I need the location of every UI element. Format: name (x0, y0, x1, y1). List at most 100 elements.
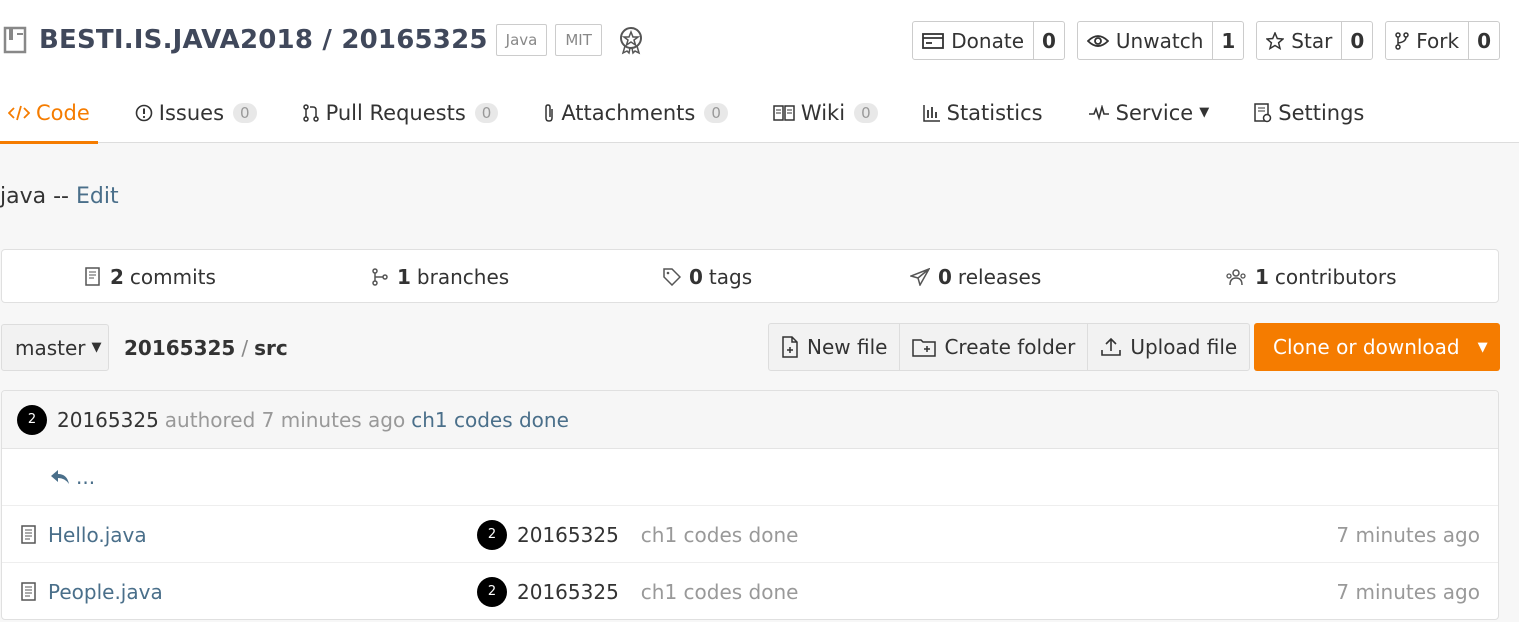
branches-stat[interactable]: 1 branches (371, 250, 509, 304)
donate-button[interactable]: Donate 0 (912, 21, 1065, 60)
repo-title: BESTI.IS.JAVA2018 / 20165325 Java MIT (3, 24, 646, 56)
tab-wiki[interactable]: Wiki 0 (765, 82, 886, 143)
tab-issues-label: Issues (158, 100, 225, 125)
fork-label: Fork (1416, 28, 1460, 53)
fork-count[interactable]: 0 (1469, 22, 1499, 59)
donate-count[interactable]: 0 (1034, 22, 1064, 59)
issues-count-badge: 0 (233, 102, 257, 123)
branch-icon (372, 268, 388, 286)
file-actions: New file Create folder Upload file (768, 323, 1251, 371)
repo-actions: Donate 0 Unwatch 1 Star 0 Fork 0 (912, 21, 1500, 60)
create-folder-button[interactable]: Create folder (900, 324, 1089, 370)
branches-label: branches (416, 265, 510, 289)
clone-download-button[interactable]: Clone or download ▼ (1254, 323, 1500, 371)
breadcrumb-root[interactable]: 20165325 (124, 336, 235, 360)
file-name: People.java (48, 579, 163, 604)
tab-statistics-label: Statistics (946, 100, 1043, 125)
parent-directory-row[interactable]: ... (2, 449, 1498, 506)
create-folder-label: Create folder (944, 335, 1076, 359)
repo-header: BESTI.IS.JAVA2018 / 20165325 Java MIT Do… (0, 0, 1519, 144)
unwatch-count[interactable]: 1 (1213, 22, 1243, 59)
bar-chart-icon (922, 104, 940, 122)
repo-stats-bar: 2 commits 1 branches 0 tags 0 releases 1 cont… (1, 249, 1499, 303)
tab-statistics[interactable]: Statistics (915, 82, 1051, 143)
tab-service[interactable]: Service ▼ (1080, 82, 1218, 143)
commits-count: 2 (110, 265, 124, 289)
file-commit-author[interactable]: 20165325 (517, 523, 619, 547)
tab-wiki-label: Wiki (800, 100, 846, 125)
avatar[interactable]: 2 (477, 519, 507, 550)
upload-icon (1101, 337, 1122, 356)
upload-file-button[interactable]: Upload file (1088, 324, 1249, 370)
file-commit-time: 7 minutes ago (1336, 579, 1480, 604)
star-count[interactable]: 0 (1342, 22, 1372, 59)
caret-down-icon: ▼ (91, 340, 102, 355)
repo-description: java -- Edit (0, 184, 119, 209)
star-label: Star (1291, 28, 1333, 53)
tags-label: tags (708, 265, 753, 289)
repo-name[interactable]: BESTI.IS.JAVA2018 / 20165325 (39, 25, 488, 55)
tag-icon (663, 268, 681, 286)
tags-stat[interactable]: 0 tags (663, 250, 752, 304)
attachments-count-badge: 0 (704, 102, 728, 123)
reply-arrow-icon (51, 470, 69, 484)
avatar[interactable]: 2 (17, 404, 47, 435)
releases-stat[interactable]: 0 releases (910, 250, 1041, 304)
star-main[interactable]: Star (1257, 22, 1343, 59)
tab-code[interactable]: Code (0, 82, 98, 144)
file-commit-message[interactable]: ch1 codes done (641, 523, 799, 547)
file-commit-author[interactable]: 20165325 (517, 580, 619, 604)
commit-message[interactable]: ch1 codes done (411, 408, 569, 432)
tab-attachments[interactable]: Attachments 0 (535, 82, 736, 143)
repo-book-icon (3, 26, 27, 54)
unwatch-label: Unwatch (1115, 28, 1204, 53)
file-commit-message[interactable]: ch1 codes done (641, 580, 799, 604)
tab-code-label: Code (36, 100, 90, 125)
new-file-button[interactable]: New file (769, 324, 901, 370)
file-name: Hello.java (48, 522, 147, 547)
avatar[interactable]: 2 (477, 576, 507, 607)
file-row: Hello.java 2 20165325 ch1 codes done 7 m… (2, 506, 1498, 563)
commits-label: commits (129, 265, 216, 289)
tab-issues[interactable]: Issues 0 (127, 82, 265, 143)
file-commit-time: 7 minutes ago (1336, 522, 1480, 547)
file-list: 2 20165325 authored 7 minutes ago ch1 co… (1, 390, 1499, 620)
unwatch-main[interactable]: Unwatch (1078, 22, 1214, 59)
file-text-icon (21, 524, 36, 544)
commit-author[interactable]: 20165325 (57, 408, 159, 432)
breadcrumb-separator: / (241, 336, 249, 360)
wiki-count-badge: 0 (854, 102, 878, 123)
eye-icon (1086, 34, 1109, 47)
donate-main[interactable]: Donate (913, 22, 1034, 59)
license-badge[interactable]: MIT (555, 24, 602, 56)
tab-settings[interactable]: Settings (1246, 82, 1372, 143)
commits-stat[interactable]: 2 commits (84, 250, 216, 304)
unwatch-button[interactable]: Unwatch 1 (1076, 21, 1245, 60)
users-icon (1226, 269, 1246, 286)
fork-button[interactable]: Fork 0 (1385, 21, 1500, 60)
file-text-icon (21, 581, 36, 601)
folder-plus-icon (912, 339, 937, 357)
clone-label: Clone or download (1273, 335, 1460, 359)
branch-selector[interactable]: master ▼ (1, 324, 109, 371)
edit-description-link[interactable]: Edit (76, 184, 119, 209)
award-icon[interactable] (616, 25, 646, 55)
language-badge[interactable]: Java (495, 24, 548, 56)
contributors-stat[interactable]: 1 contributors (1225, 250, 1397, 304)
tags-count: 0 (689, 265, 703, 289)
fork-main[interactable]: Fork (1386, 22, 1470, 59)
upload-file-label: Upload file (1130, 335, 1238, 359)
pull-requests-count-badge: 0 (474, 102, 499, 123)
star-button[interactable]: Star 0 (1256, 21, 1374, 60)
file-link[interactable]: Hello.java (20, 506, 147, 563)
tab-pull-requests[interactable]: Pull Requests 0 (294, 82, 507, 143)
caret-down-icon: ▼ (1199, 105, 1210, 120)
tab-settings-label: Settings (1278, 100, 1365, 125)
branches-count: 1 (397, 265, 411, 289)
file-link[interactable]: People.java (20, 563, 163, 619)
fork-icon (1395, 31, 1409, 50)
parent-directory-label: ... (76, 465, 96, 489)
book-open-icon (773, 104, 795, 121)
donate-icon (922, 32, 945, 49)
code-icon (8, 105, 30, 120)
